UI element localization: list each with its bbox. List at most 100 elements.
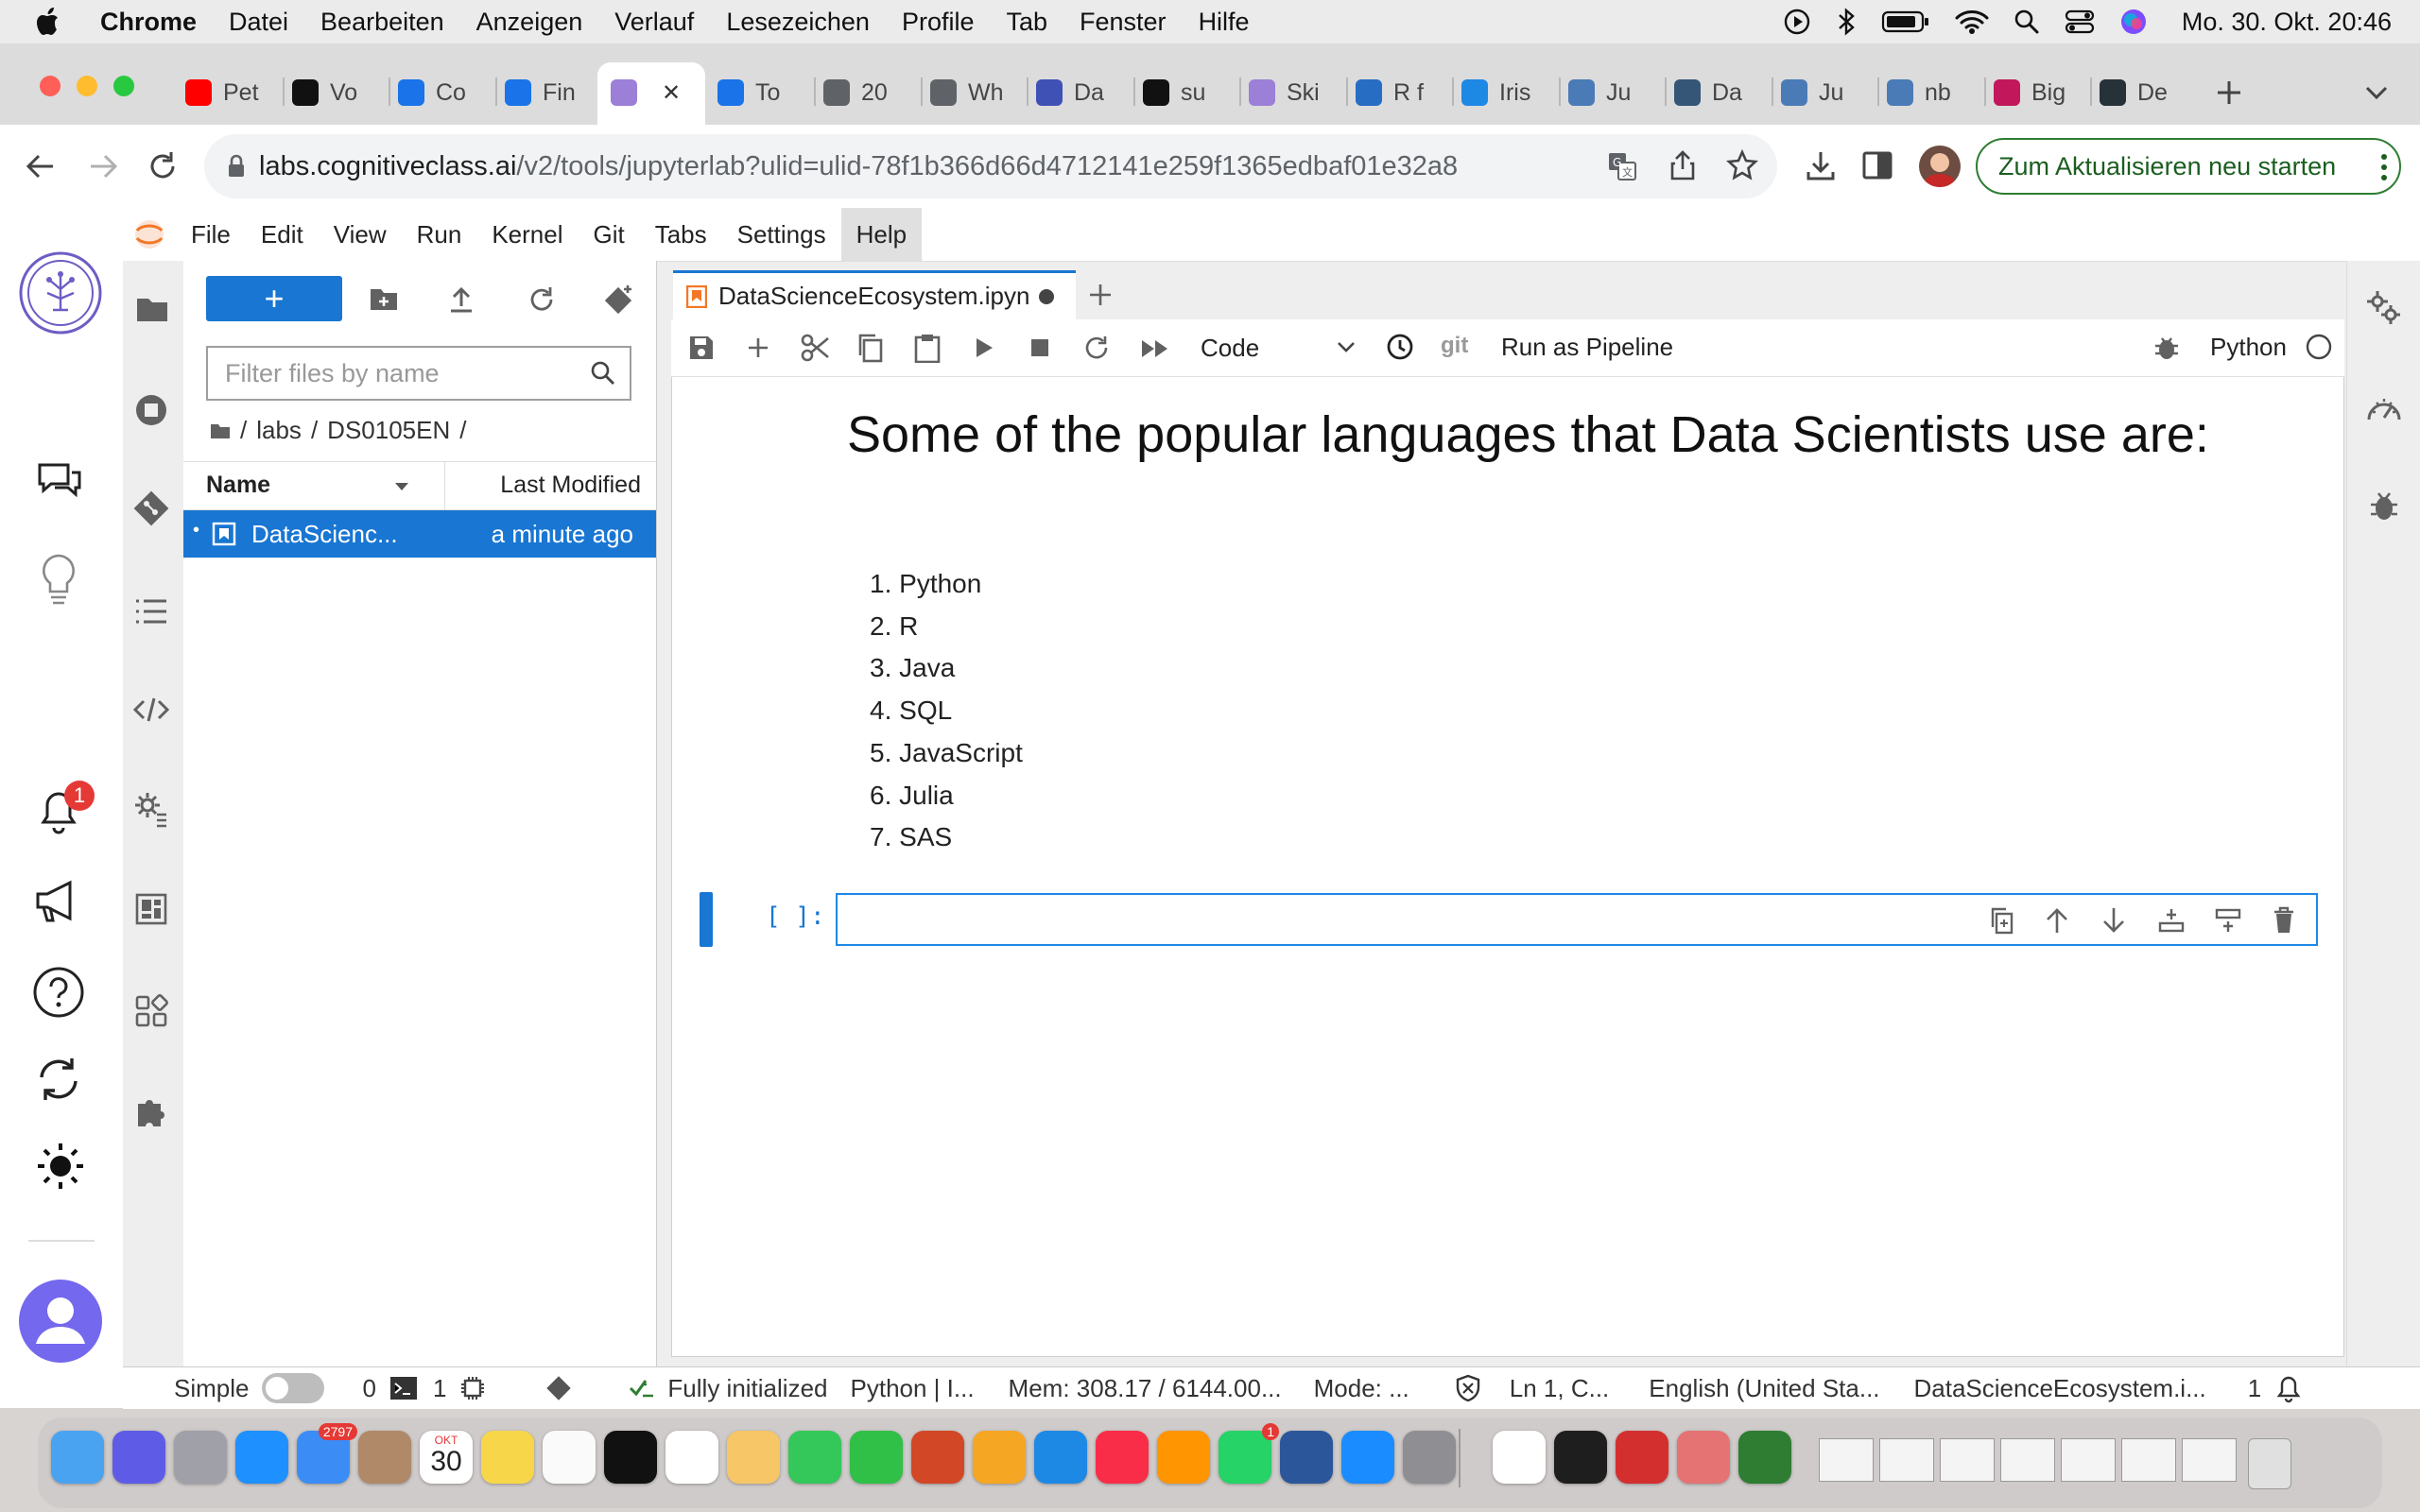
git-diff-label[interactable]: git <box>1441 333 1468 359</box>
menu-datei[interactable]: Datei <box>229 8 288 37</box>
wifi-icon[interactable] <box>1955 9 1989 35</box>
jupyter-menu-edit[interactable]: Edit <box>246 208 319 261</box>
new-folder-icon[interactable] <box>369 285 399 312</box>
bluetooth-icon[interactable] <box>1836 7 1857 37</box>
share-icon[interactable] <box>1669 149 1696 181</box>
minimized-window-thumbnail[interactable] <box>2121 1438 2176 1482</box>
code-snippet-icon[interactable] <box>132 696 170 724</box>
browser-tab[interactable]: Big <box>1994 64 2084 121</box>
run-all-fast-forward-icon[interactable] <box>1140 338 1170 359</box>
jupyter-menu-tabs[interactable]: Tabs <box>640 208 722 261</box>
browser-tab[interactable]: Co <box>398 64 489 121</box>
dashboard-icon[interactable] <box>134 892 168 926</box>
word-icon[interactable] <box>1280 1431 1333 1484</box>
run-cell-play-icon[interactable] <box>974 336 994 359</box>
jupyter-menu-run[interactable]: Run <box>402 208 477 261</box>
terminal-icon[interactable] <box>1554 1431 1607 1484</box>
sort-caret-icon[interactable] <box>393 481 410 492</box>
add-tab-plus-icon[interactable] <box>1085 280 1115 310</box>
back-arrow-icon[interactable] <box>25 151 57 181</box>
puzzle-extension-icon[interactable] <box>134 1094 168 1128</box>
column-name-header[interactable]: Name <box>206 472 270 499</box>
new-launcher-button[interactable]: + <box>206 276 342 321</box>
home-folder-icon[interactable] <box>210 422 231 439</box>
apple-tv-icon[interactable] <box>604 1431 657 1484</box>
menu-bearbeiten[interactable]: Bearbeiten <box>320 8 444 37</box>
refresh-files-icon[interactable] <box>527 285 556 314</box>
insert-cell-below-icon[interactable] <box>2214 906 2242 935</box>
move-up-arrow-icon[interactable] <box>2044 906 2070 935</box>
unsaved-dot-icon[interactable] <box>1039 288 1055 304</box>
save-icon[interactable] <box>688 335 715 361</box>
user-account-icon[interactable] <box>17 1278 104 1365</box>
terminal-icon[interactable] <box>389 1376 418 1400</box>
breadcrumb-ds0105en[interactable]: DS0105EN <box>327 416 450 445</box>
browser-tab[interactable]: R f <box>1356 64 1446 121</box>
safari-icon[interactable] <box>235 1431 288 1484</box>
kebab-menu-icon[interactable] <box>2380 153 2388 181</box>
music-icon[interactable] <box>1096 1431 1149 1484</box>
control-center-icon[interactable] <box>2065 9 2095 35</box>
menu-lesezeichen[interactable]: Lesezeichen <box>726 8 870 37</box>
address-bar[interactable]: labs.cognitiveclass.ai/v2/tools/jupyterl… <box>204 134 1777 198</box>
kernel-count[interactable]: 1 <box>433 1374 446 1403</box>
browser-tab[interactable]: Ju <box>1781 64 1872 121</box>
stop-kernel-icon[interactable] <box>1030 338 1049 357</box>
language-text[interactable]: English (United Sta... <box>1649 1374 1879 1403</box>
cell-type-dropdown[interactable]: Code <box>1201 329 1361 367</box>
browser-tab[interactable]: Da <box>1036 64 1127 121</box>
breadcrumb-labs[interactable]: labs <box>256 416 302 445</box>
lightbulb-icon[interactable] <box>38 552 79 609</box>
kernel-name[interactable]: Python <box>2210 333 2287 362</box>
play-circle-icon[interactable] <box>1783 8 1811 36</box>
browser-tab[interactable]: Ju <box>1568 64 1659 121</box>
browser-tab[interactable]: 20 <box>823 64 914 121</box>
freeform-icon[interactable] <box>543 1431 596 1484</box>
mail-icon[interactable]: 2797 <box>297 1423 357 1484</box>
siri-icon[interactable] <box>112 1431 165 1484</box>
git-status-icon[interactable] <box>544 1374 573 1402</box>
debugger-panel-bug-icon[interactable] <box>2369 490 2399 524</box>
whatsapp-icon[interactable]: 1 <box>1219 1423 1279 1484</box>
menu-anzeigen[interactable]: Anzeigen <box>476 8 583 37</box>
help-question-icon[interactable] <box>32 966 85 1019</box>
kernel-info-text[interactable]: Python | I... <box>851 1374 975 1403</box>
cursor-position-text[interactable]: Ln 1, C... <box>1510 1374 1610 1403</box>
browser-tab[interactable]: Iris <box>1461 64 1552 121</box>
download-icon[interactable] <box>1806 149 1836 181</box>
books-icon[interactable] <box>1157 1431 1210 1484</box>
finder-icon[interactable] <box>51 1431 104 1484</box>
menu-fenster[interactable]: Fenster <box>1080 8 1167 37</box>
theme-sun-icon[interactable] <box>34 1140 87 1193</box>
bookmark-star-icon[interactable] <box>1726 149 1758 181</box>
megaphone-icon[interactable] <box>32 875 85 926</box>
filter-files-input[interactable]: Filter files by name <box>206 346 631 401</box>
jupyter-menu-help[interactable]: Help <box>840 208 923 261</box>
git-clone-icon[interactable] <box>603 284 635 316</box>
restart-kernel-icon[interactable] <box>1083 335 1110 361</box>
jupyter-menu-git[interactable]: Git <box>578 208 639 261</box>
sync-arrows-icon[interactable] <box>34 1055 83 1104</box>
spotlight-search-icon[interactable] <box>2014 9 2040 35</box>
kernel-chip-icon[interactable] <box>459 1375 486 1401</box>
translate-icon[interactable]: G文 <box>1607 151 1637 181</box>
git-icon[interactable] <box>132 490 170 527</box>
column-modified-header[interactable]: Last Modified <box>500 472 641 499</box>
jupyter-menu-view[interactable]: View <box>319 208 402 261</box>
upload-icon[interactable] <box>448 285 475 314</box>
system-settings-icon[interactable] <box>1403 1431 1456 1484</box>
browser-tab[interactable]: Wh <box>930 64 1021 121</box>
pages-icon[interactable] <box>973 1431 1026 1484</box>
menu-hilfe[interactable]: Hilfe <box>1199 8 1250 37</box>
menu-profile[interactable]: Profile <box>902 8 975 37</box>
browser-tab[interactable]: Fin <box>505 64 596 121</box>
paste-clipboard-icon[interactable] <box>913 333 942 363</box>
battery-icon[interactable] <box>1881 9 1930 35</box>
tab-search-chevron-icon[interactable] <box>2363 83 2390 102</box>
reload-icon[interactable] <box>146 149 180 183</box>
window-zoom-button[interactable] <box>113 76 134 96</box>
update-restart-button[interactable]: Zum Aktualisieren neu starten <box>1976 138 2401 195</box>
contacts-icon[interactable] <box>358 1431 411 1484</box>
notebook-document-tab[interactable]: DataScienceEcosystem.ipyn <box>673 270 1076 319</box>
minimized-window-thumbnail[interactable] <box>2000 1438 2055 1482</box>
